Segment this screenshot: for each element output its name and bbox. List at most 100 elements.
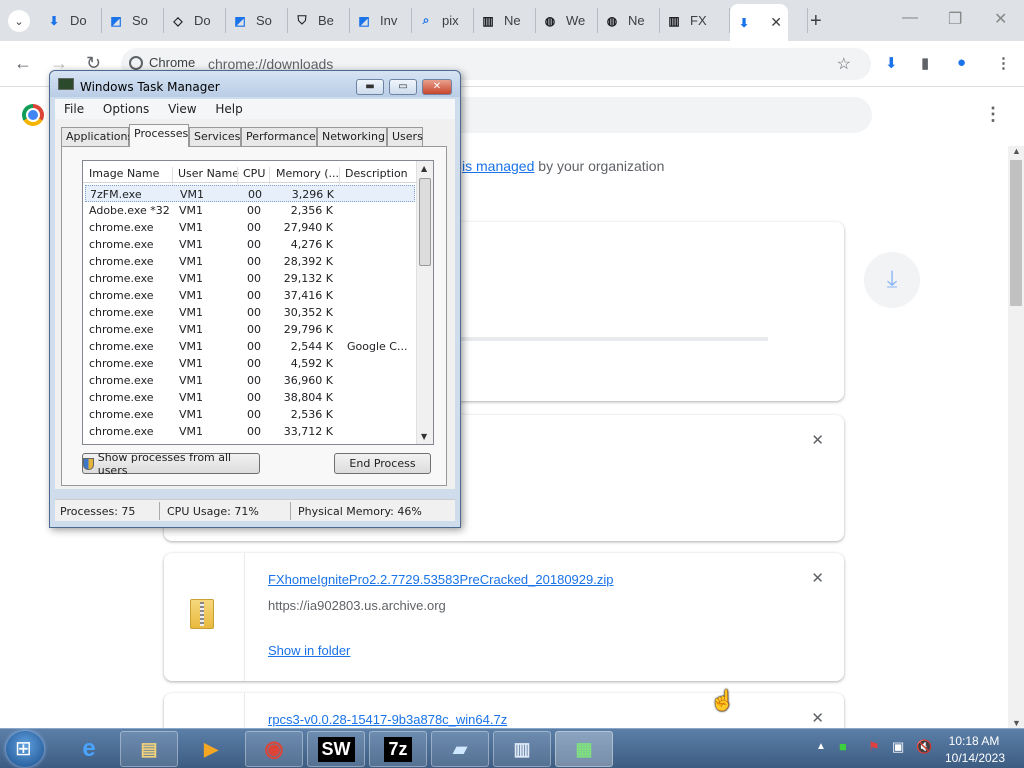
browser-tab[interactable]: ⬇ Do xyxy=(40,8,102,33)
processes-panel: Image Name User Name CPU Memory (... Des… xyxy=(61,146,447,486)
start-button[interactable] xyxy=(6,731,44,767)
show-all-processes-button[interactable]: Show processes from all users xyxy=(82,451,260,477)
browser-tab[interactable]: ⛉ Be xyxy=(288,8,350,33)
minimize-icon[interactable]: — xyxy=(902,9,918,27)
scrollbar-thumb[interactable] xyxy=(1010,160,1022,306)
scroll-down-icon[interactable]: ▼ xyxy=(1012,718,1021,728)
managed-link[interactable]: is managed xyxy=(462,158,534,174)
show-hidden-icons-icon[interactable]: ▲ xyxy=(816,741,826,752)
process-row[interactable]: chrome.exe VM1 00 30,352 K xyxy=(85,304,415,321)
process-row[interactable]: chrome.exe VM1 00 33,712 K xyxy=(85,423,415,440)
browser-tab[interactable]: ◩ Inv xyxy=(350,8,412,33)
menu-help[interactable]: Help xyxy=(215,102,242,116)
remove-download-icon[interactable]: ✕ xyxy=(811,569,824,587)
bookmark-star-icon[interactable]: ☆ xyxy=(837,54,851,74)
downloads-icon[interactable]: ⬇ xyxy=(885,54,898,72)
notepad-icon[interactable]: ▰ xyxy=(431,731,489,767)
browser-tab[interactable]: ◩ So xyxy=(102,8,164,33)
process-row[interactable]: Adobe.exe *32 VM1 00 2,356 K xyxy=(85,202,415,219)
browser-tab[interactable]: ◍ We xyxy=(536,8,598,33)
process-row[interactable]: chrome.exe VM1 00 29,132 K xyxy=(85,270,415,287)
browser-tab[interactable]: ( xyxy=(790,8,808,33)
scroll-up-icon[interactable]: ▲ xyxy=(1012,146,1021,156)
browser-tab[interactable]: ◍ Ne xyxy=(598,8,660,33)
volume-muted-icon[interactable]: 🔇 xyxy=(916,739,932,755)
task-manager-titlebar[interactable]: Windows Task Manager ▬ ▭ ✕ xyxy=(50,71,460,97)
clock-date[interactable]: 10/14/2023 xyxy=(940,751,1010,765)
network-icon[interactable]: ▣ xyxy=(892,739,904,755)
scroll-down-icon[interactable]: ▼ xyxy=(421,432,427,441)
menu-options[interactable]: Options xyxy=(103,102,149,116)
browser-tab[interactable]: ◩ So xyxy=(226,8,288,33)
search-downloads-input[interactable] xyxy=(460,97,872,133)
process-row[interactable]: chrome.exe VM1 00 29,796 K xyxy=(85,321,415,338)
close-tab-icon[interactable]: ✕ xyxy=(770,14,782,31)
page-scrollbar[interactable]: ▲ ▼ xyxy=(1008,146,1024,728)
restore-icon[interactable]: ❐ xyxy=(948,9,962,29)
process-row[interactable]: 7zFM.exe VM1 00 3,296 K xyxy=(85,185,415,202)
process-row[interactable]: chrome.exe VM1 00 28,392 K xyxy=(85,253,415,270)
tm-maximize-button[interactable]: ▭ xyxy=(389,79,417,95)
process-row[interactable]: chrome.exe VM1 00 4,276 K xyxy=(85,236,415,253)
tab-applications[interactable]: Applications xyxy=(61,127,133,146)
downloads-menu-icon[interactable]: ⋮ xyxy=(984,104,1002,125)
tab-services[interactable]: Services xyxy=(189,127,241,146)
process-row[interactable]: chrome.exe VM1 00 4,592 K xyxy=(85,355,415,372)
remove-download-icon[interactable]: ✕ xyxy=(811,709,824,727)
tab-users[interactable]: Users xyxy=(387,127,423,146)
col-cpu[interactable]: CPU xyxy=(243,167,265,180)
tm-close-button[interactable]: ✕ xyxy=(422,79,452,95)
tm-minimize-button[interactable]: ▬ xyxy=(356,79,384,95)
tm-menubar: File Options View Help xyxy=(55,99,455,119)
side-panel-icon[interactable]: ▮ xyxy=(921,54,929,72)
browser-tab[interactable]: ⌕ pix xyxy=(412,8,474,33)
process-list[interactable]: Image Name User Name CPU Memory (... Des… xyxy=(82,160,434,445)
download-filename-link[interactable]: FXhomeIgnitePro2.2.7729.53583PreCracked_… xyxy=(268,572,613,587)
task-manager-icon[interactable]: ▦ xyxy=(555,731,613,767)
tab-processes[interactable]: Processes xyxy=(129,124,189,147)
chrome-menu-icon[interactable]: ⋮ xyxy=(996,54,1011,72)
col-image-name[interactable]: Image Name xyxy=(89,167,159,180)
internet-explorer-icon[interactable]: e xyxy=(60,731,118,767)
process-row[interactable]: chrome.exe VM1 00 38,804 K xyxy=(85,389,415,406)
menu-file[interactable]: File xyxy=(64,102,84,116)
browser-tab[interactable]: ▥ FX xyxy=(660,8,730,33)
col-description[interactable]: Description xyxy=(345,167,408,180)
chrome-icon[interactable]: ◉ xyxy=(245,731,303,767)
col-user-name[interactable]: User Name xyxy=(178,167,239,180)
back-icon[interactable]: ← xyxy=(14,53,32,74)
tab-search-button[interactable]: ⌄ xyxy=(8,10,30,32)
scroll-up-icon[interactable]: ▲ xyxy=(421,164,427,173)
browser-tab[interactable]: ▥ Ne xyxy=(474,8,536,33)
file-explorer-icon[interactable]: ▤ xyxy=(120,731,178,767)
process-list-scrollbar[interactable]: ▲ ▼ xyxy=(416,161,433,444)
download-filename-link[interactable]: rpcs3-v0.0.28-15417-9b3a878c_win64.7z xyxy=(268,712,507,727)
show-in-folder-link[interactable]: Show in folder xyxy=(268,643,350,658)
browser-tab[interactable]: ⬇ ✕ xyxy=(730,4,788,41)
media-player-icon[interactable]: ▶ xyxy=(182,731,240,767)
scrollbar-thumb[interactable] xyxy=(419,178,431,266)
document-icon[interactable]: ▥ xyxy=(493,731,551,767)
process-row[interactable]: chrome.exe VM1 00 27,940 K xyxy=(85,219,415,236)
chrome-icon xyxy=(129,55,143,70)
sw-icon[interactable]: SW xyxy=(307,731,365,767)
remove-download-icon[interactable]: ✕ xyxy=(811,431,824,449)
process-row[interactable]: chrome.exe VM1 00 36,960 K xyxy=(85,372,415,389)
process-row[interactable]: chrome.exe VM1 00 2,544 K Google C... xyxy=(85,338,415,355)
process-row[interactable]: chrome.exe VM1 00 37,416 K xyxy=(85,287,415,304)
tab-performance[interactable]: Performance xyxy=(241,127,317,146)
browser-tab[interactable]: ◇ Do xyxy=(164,8,226,33)
menu-view[interactable]: View xyxy=(168,102,196,116)
new-tab-button[interactable]: + xyxy=(810,10,822,33)
process-row[interactable]: chrome.exe VM1 00 2,536 K xyxy=(85,406,415,423)
profile-icon[interactable]: ● xyxy=(957,54,966,71)
end-process-button[interactable]: End Process xyxy=(334,453,431,474)
col-memory[interactable]: Memory (... xyxy=(276,167,339,180)
tab-networking[interactable]: Networking xyxy=(317,127,387,146)
clock-time[interactable]: 10:18 AM xyxy=(946,734,1002,748)
site-chip[interactable]: Chrome xyxy=(129,55,195,70)
status-icon[interactable]: ■ xyxy=(839,739,847,754)
flag-icon[interactable]: ⚑ xyxy=(868,739,880,755)
7zip-icon[interactable]: 7z xyxy=(369,731,427,767)
close-window-icon[interactable]: ✕ xyxy=(994,9,1007,29)
